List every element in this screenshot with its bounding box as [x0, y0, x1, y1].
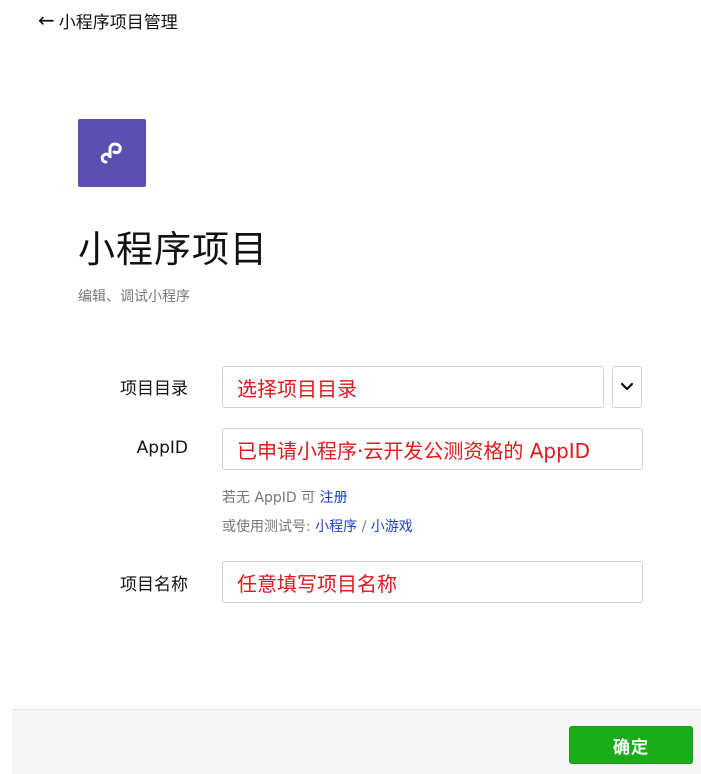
directory-field-wrapper	[222, 366, 604, 408]
appid-test-hint: 或使用测试号: 小程序 / 小游戏	[222, 516, 413, 536]
register-hint-text: 若无 AppID 可	[222, 490, 320, 506]
back-label: 小程序项目管理	[58, 12, 178, 33]
directory-input[interactable]	[223, 367, 603, 407]
test-mini-program-link[interactable]: 小程序	[315, 519, 357, 535]
register-link[interactable]: 注册	[320, 490, 348, 506]
arrow-left-icon: ←	[38, 8, 55, 32]
footer-bar: 确定	[12, 709, 701, 774]
project-name-input[interactable]	[223, 562, 642, 602]
test-account-text: 或使用测试号:	[222, 519, 316, 535]
project-name-field-wrapper	[222, 561, 643, 603]
chevron-down-icon	[621, 383, 633, 391]
directory-dropdown-button[interactable]	[612, 366, 642, 408]
appid-input[interactable]	[223, 429, 642, 469]
test-mini-game-link[interactable]: 小游戏	[371, 519, 413, 535]
page-subtitle: 编辑、调试小程序	[78, 289, 190, 305]
appid-register-hint: 若无 AppID 可 注册	[222, 487, 348, 507]
page-title: 小程序项目	[78, 228, 268, 271]
link-separator: /	[357, 519, 371, 535]
directory-label: 项目目录	[120, 379, 188, 399]
appid-label: AppID	[136, 438, 188, 458]
appid-field-wrapper	[222, 428, 643, 470]
project-name-label: 项目名称	[120, 575, 188, 595]
back-button[interactable]: ← 小程序项目管理	[38, 8, 178, 33]
confirm-button[interactable]: 确定	[569, 726, 693, 764]
mini-program-logo-icon	[78, 119, 146, 187]
